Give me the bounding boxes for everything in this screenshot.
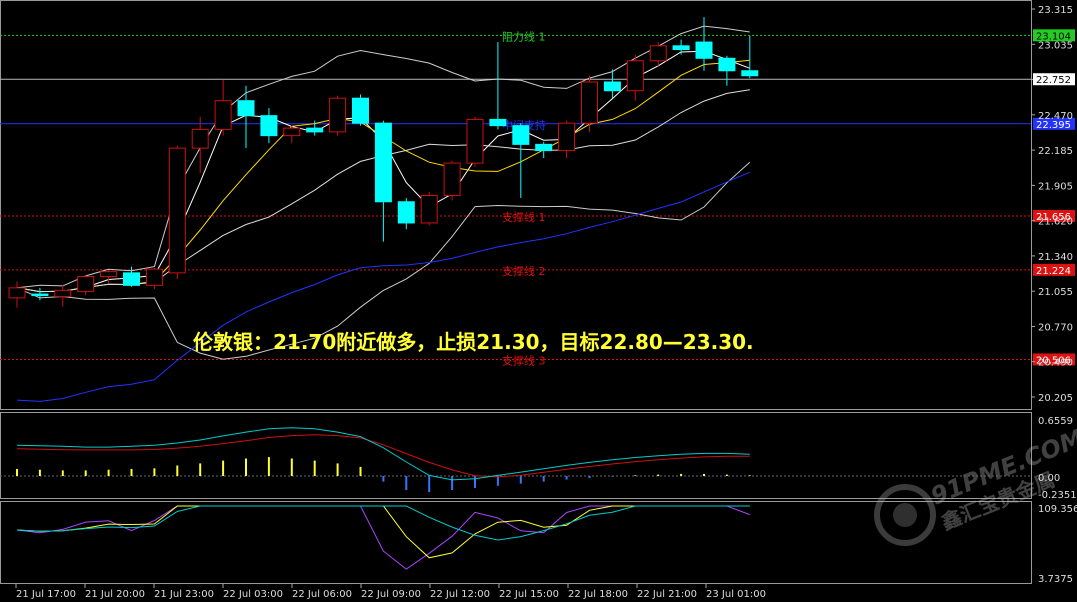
candle-body [214,100,232,130]
price-tick-label: 20.490 [1038,358,1073,369]
level-label: 支撑线 3 [502,353,546,367]
candle-body [397,201,415,224]
time-label: 21 Jul 23:00 [154,589,214,600]
candle-body [283,127,301,137]
price-tick-label: 20.770 [1038,322,1073,333]
candle-body [54,289,72,298]
price-tick-label: 22.470 [1038,111,1073,122]
candle-body [374,122,392,203]
time-label: 22 Jul 03:00 [223,589,283,600]
candle-body [741,70,759,77]
price-tick-label: 21.055 [1038,287,1073,298]
candle-body [420,195,438,224]
candle-body [168,147,186,274]
price-tick-label: 21.620 [1038,217,1073,228]
candle-body [535,143,553,152]
macd-tick-label: 0.6559 [1038,416,1073,427]
candle-body [626,60,644,92]
current-price-tag: 22.752 [1036,75,1071,86]
price-tick-label: 23.035 [1038,40,1073,51]
macd-tick-label: -0.2351 [1038,490,1077,501]
price-tick-label: 22.185 [1038,146,1073,157]
chart-annotation: 伦敦银：21.70附近做多，止损21.30，目标22.80—23.30. [193,330,754,354]
time-label: 22 Jul 09:00 [361,589,421,600]
price-tick-label: 23.315 [1038,5,1073,16]
candle-body [8,287,26,299]
candle-body [512,125,530,145]
macd-tick-label: 0.00 [1038,473,1060,484]
time-label: 21 Jul 17:00 [16,589,76,600]
candle-body [145,268,163,286]
level-label: 阻力线 1 [502,29,546,43]
candle-body [77,276,95,293]
candle-body [603,81,621,92]
time-label: 23 Jul 01:00 [706,589,766,600]
candle-body [558,122,576,152]
candle-body [100,271,118,278]
candle-body [443,162,461,197]
candle-body [672,45,690,51]
oscillator-tick-label: 109.3565 [1038,504,1077,515]
level-label: 支撑线 2 [502,264,546,278]
time-label: 22 Jul 06:00 [292,589,352,600]
candle-body [466,118,484,164]
candle-body [306,127,324,133]
candle-body [329,97,347,133]
candle-body [191,128,209,149]
price-tick-label: 21.905 [1038,181,1073,192]
candle-body [718,57,736,72]
level-tag: 21.224 [1036,266,1071,277]
candle-body [31,293,49,297]
time-label: 22 Jul 18:00 [568,589,628,600]
oscillator-tick-label: 3.7375 [1038,574,1073,585]
candle-body [581,81,598,124]
time-label: 22 Jul 21:00 [637,589,697,600]
price-tick-label: 21.340 [1038,252,1073,263]
time-label: 22 Jul 15:00 [499,589,559,600]
level-label: 支撑线 1 [502,210,546,224]
candle-body [260,115,278,137]
candle-body [237,100,255,117]
time-label: 21 Jul 20:00 [85,589,145,600]
candle-body [695,41,713,59]
time-label: 22 Jul 12:00 [430,589,490,600]
price-chart: 91PME.COM 鑫汇宝贵金属 阻力线 123.104中间支持22.395支撑… [0,0,1077,602]
candle-body [649,45,667,62]
price-tick-label: 20.205 [1038,393,1073,404]
candle-body [352,97,369,124]
candle-body [123,272,140,286]
candle-body [489,118,507,127]
